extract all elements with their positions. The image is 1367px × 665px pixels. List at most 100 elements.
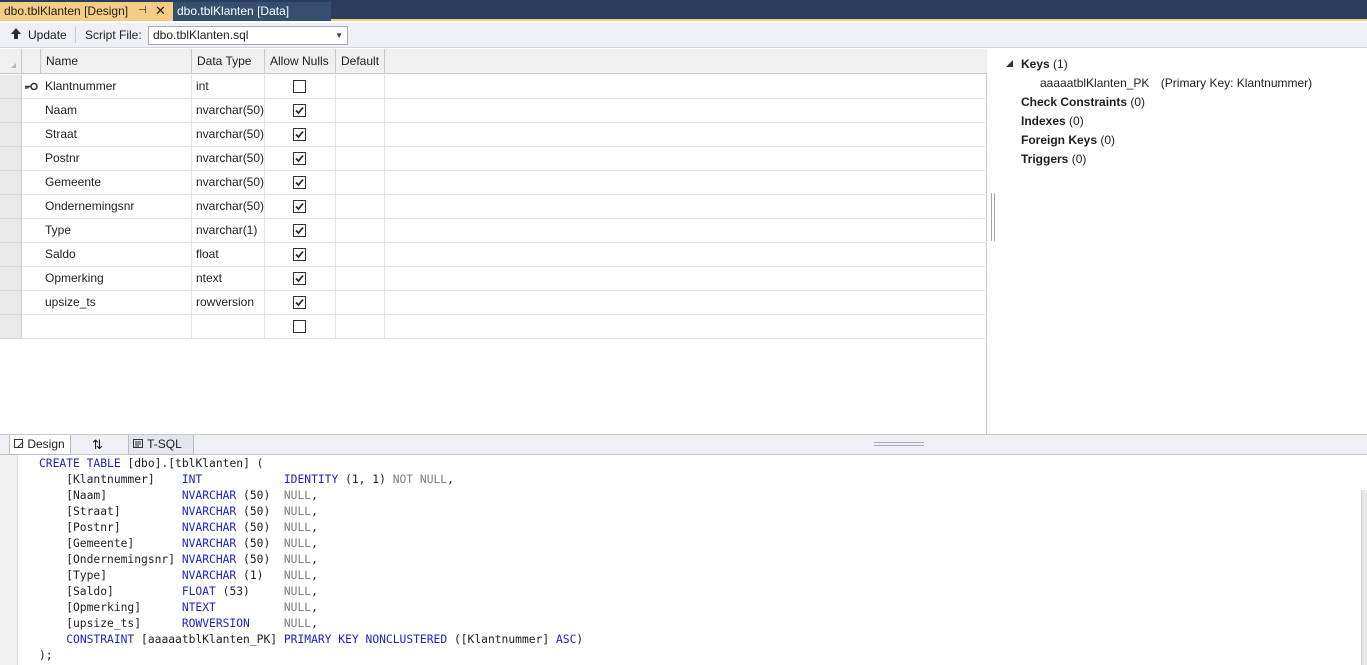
- table-row[interactable]: Postnr nvarchar(50): [0, 147, 987, 171]
- column-name-cell[interactable]: Saldo: [41, 243, 192, 266]
- pin-icon[interactable]: ⊣: [138, 2, 147, 20]
- allow-nulls-checkbox[interactable]: [293, 320, 306, 333]
- update-button[interactable]: Update: [28, 27, 67, 44]
- default-cell[interactable]: [336, 147, 385, 170]
- tab-design[interactable]: dbo.tblKlanten [Design] ⊣ ✕: [0, 2, 173, 21]
- data-type-cell[interactable]: int: [192, 75, 265, 98]
- data-type-cell[interactable]: [192, 315, 265, 338]
- allow-nulls-checkbox[interactable]: [293, 176, 306, 189]
- swap-panes-button[interactable]: ⇅: [88, 435, 118, 455]
- default-cell[interactable]: [336, 171, 385, 194]
- editor-scrollbar[interactable]: [1361, 490, 1367, 665]
- table-row[interactable]: Ondernemingsnr nvarchar(50): [0, 195, 987, 219]
- data-type-cell[interactable]: nvarchar(50): [192, 123, 265, 146]
- default-cell[interactable]: [336, 315, 385, 338]
- data-type-cell[interactable]: ntext: [192, 267, 265, 290]
- table-row[interactable]: Opmerking ntext: [0, 267, 987, 291]
- table-row[interactable]: Gemeente nvarchar(50): [0, 171, 987, 195]
- data-type-cell[interactable]: nvarchar(50): [192, 195, 265, 218]
- update-icon: [11, 28, 21, 39]
- triggers-count: (0): [1071, 152, 1087, 166]
- allow-nulls-checkbox[interactable]: [293, 80, 306, 93]
- default-cell[interactable]: [336, 123, 385, 146]
- horizontal-splitter[interactable]: [874, 442, 924, 446]
- table-row[interactable]: Klantnummer int: [0, 75, 987, 99]
- header-default[interactable]: Default: [336, 49, 385, 74]
- column-name-cell[interactable]: Type: [41, 219, 192, 242]
- column-name-cell[interactable]: upsize_ts: [41, 291, 192, 314]
- checkmark-icon: [295, 178, 304, 187]
- default-cell[interactable]: [336, 267, 385, 290]
- tab-design-pane[interactable]: Design: [9, 435, 71, 455]
- column-name-cell[interactable]: Postnr: [41, 147, 192, 170]
- data-type-cell[interactable]: nvarchar(50): [192, 171, 265, 194]
- table-row[interactable]: Type nvarchar(1): [0, 219, 987, 243]
- default-cell[interactable]: [336, 195, 385, 218]
- table-row[interactable]: Saldo float: [0, 243, 987, 267]
- default-cell[interactable]: [336, 243, 385, 266]
- default-cell[interactable]: [336, 99, 385, 122]
- row-selector[interactable]: [0, 219, 22, 243]
- script-file-label: Script File:: [85, 28, 142, 42]
- row-selector[interactable]: [0, 75, 22, 99]
- row-selector[interactable]: [0, 171, 22, 195]
- column-name-cell[interactable]: [41, 315, 192, 338]
- tab-data[interactable]: dbo.tblKlanten [Data]: [173, 2, 331, 21]
- column-name-cell[interactable]: Klantnummer: [41, 75, 192, 98]
- header-name[interactable]: Name: [41, 49, 192, 74]
- row-selector[interactable]: [0, 147, 22, 171]
- row-selector[interactable]: [0, 195, 22, 219]
- row-selector[interactable]: [0, 267, 22, 291]
- table-row[interactable]: Naam nvarchar(50): [0, 99, 987, 123]
- default-cell[interactable]: [336, 291, 385, 314]
- allow-nulls-checkbox[interactable]: [293, 272, 306, 285]
- allow-nulls-checkbox[interactable]: [293, 104, 306, 117]
- swap-arrows-icon: ⇅: [92, 437, 103, 452]
- data-type-cell[interactable]: float: [192, 243, 265, 266]
- keys-node[interactable]: Keys (1): [1021, 57, 1068, 71]
- table-row[interactable]: Straat nvarchar(50): [0, 123, 987, 147]
- column-name-cell[interactable]: Gemeente: [41, 171, 192, 194]
- row-selector[interactable]: [0, 291, 22, 315]
- expand-triangle-icon[interactable]: [1006, 60, 1014, 68]
- header-data-type[interactable]: Data Type: [192, 49, 265, 74]
- check-constraints-node[interactable]: Check Constraints (0): [1021, 95, 1145, 109]
- foreign-keys-node[interactable]: Foreign Keys (0): [1021, 133, 1115, 147]
- row-selector[interactable]: [0, 315, 22, 339]
- data-type-cell[interactable]: nvarchar(50): [192, 99, 265, 122]
- data-type-cell[interactable]: rowversion: [192, 291, 265, 314]
- corner-triangle-icon: [11, 63, 16, 68]
- checkmark-icon: [295, 130, 304, 139]
- default-cell[interactable]: [336, 219, 385, 242]
- header-allow-nulls[interactable]: Allow Nulls: [265, 49, 336, 74]
- column-name-cell[interactable]: Opmerking: [41, 267, 192, 290]
- allow-nulls-checkbox[interactable]: [293, 128, 306, 141]
- tsql-icon: [133, 439, 143, 448]
- allow-nulls-checkbox[interactable]: [293, 296, 306, 309]
- row-selector[interactable]: [0, 99, 22, 123]
- vertical-splitter[interactable]: [991, 193, 995, 241]
- data-type-cell[interactable]: nvarchar(50): [192, 147, 265, 170]
- allow-nulls-checkbox[interactable]: [293, 152, 306, 165]
- key-detail: (Primary Key: Klantnummer): [1160, 76, 1313, 90]
- sql-editor[interactable]: CREATE TABLE [dbo].[tblKlanten] ( [Klant…: [0, 455, 1367, 665]
- allow-nulls-checkbox[interactable]: [293, 200, 306, 213]
- row-selector[interactable]: [0, 243, 22, 267]
- script-file-select[interactable]: dbo.tblKlanten.sql ▼: [148, 26, 348, 45]
- allow-nulls-checkbox[interactable]: [293, 224, 306, 237]
- column-name-cell[interactable]: Ondernemingsnr: [41, 195, 192, 218]
- default-cell[interactable]: [336, 75, 385, 98]
- indexes-node[interactable]: Indexes (0): [1021, 114, 1084, 128]
- data-type-cell[interactable]: nvarchar(1): [192, 219, 265, 242]
- table-row[interactable]: upsize_ts rowversion: [0, 291, 987, 315]
- primary-key-node[interactable]: aaaaatblKlanten_PK (Primary Key: Klantnu…: [1040, 76, 1312, 90]
- close-icon[interactable]: ✕: [155, 2, 166, 20]
- table-row[interactable]: [0, 315, 987, 339]
- triggers-node[interactable]: Triggers (0): [1021, 152, 1086, 166]
- allow-nulls-checkbox[interactable]: [293, 248, 306, 261]
- column-name-cell[interactable]: Straat: [41, 123, 192, 146]
- select-all-corner[interactable]: [0, 49, 22, 74]
- column-name-cell[interactable]: Naam: [41, 99, 192, 122]
- row-selector[interactable]: [0, 123, 22, 147]
- tab-tsql-pane[interactable]: T-SQL: [128, 435, 194, 455]
